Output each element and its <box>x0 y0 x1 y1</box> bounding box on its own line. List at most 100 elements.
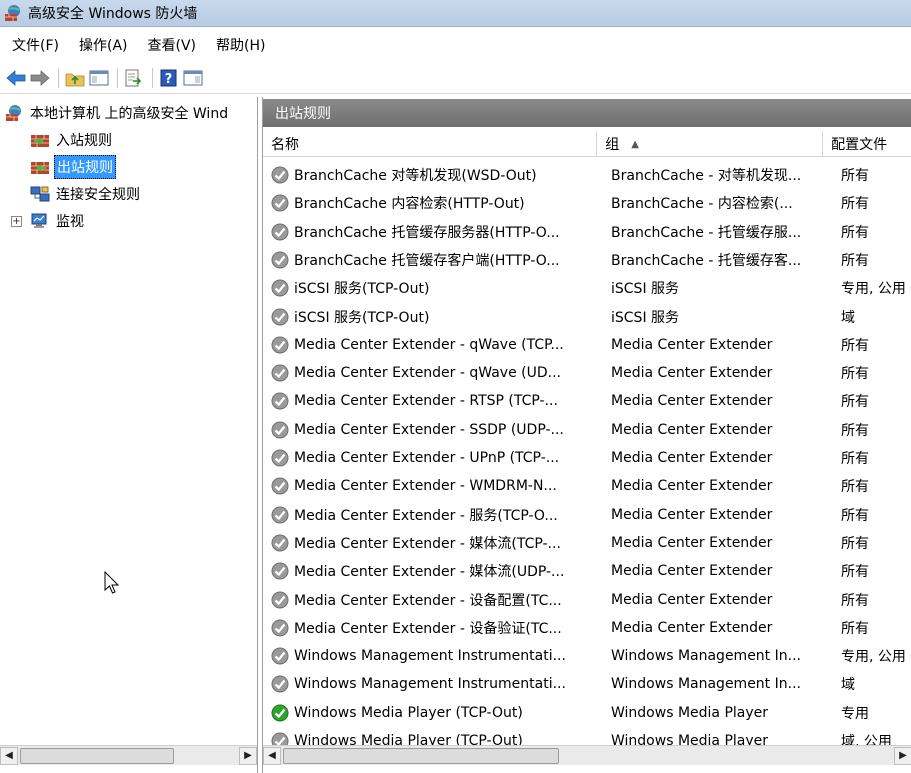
rule-profile-cell: 专用, 公用 <box>841 281 906 297</box>
rule-name-cell: BranchCache 内容检索(HTTP-Out) <box>271 193 601 213</box>
scroll-left-button[interactable]: ◀ <box>0 746 18 765</box>
rule-enabled-icon <box>271 704 289 722</box>
rule-profile-cell: 所有 <box>841 225 869 241</box>
table-row[interactable]: Media Center Extender - 设备配置(TC... Media … <box>263 586 911 614</box>
rule-disabled-icon <box>271 619 289 637</box>
tree-item-monitor[interactable]: 监视 <box>30 209 86 233</box>
show-action-pane-button[interactable] <box>182 67 204 89</box>
rule-profile-cell: 专用 <box>841 706 869 722</box>
tree-item-outbound-rules[interactable]: 出站规则 <box>30 155 116 179</box>
toolbar-separator <box>152 67 153 88</box>
mouse-cursor-icon <box>104 571 120 594</box>
rule-group-cell: Media Center Extender <box>611 422 773 438</box>
table-row[interactable]: Media Center Extender - qWave (TCP... Med… <box>263 331 911 359</box>
rule-profile-cell: 所有 <box>841 593 869 609</box>
menu-file[interactable]: 文件(F) <box>12 33 59 57</box>
table-row[interactable]: iSCSI 服务(TCP-Out) iSCSI 服务 专用, 公用 <box>263 274 911 302</box>
table-row[interactable]: iSCSI 服务(TCP-Out) iSCSI 服务 域 <box>263 303 911 331</box>
column-header-name[interactable]: 名称 <box>263 131 598 157</box>
export-list-button[interactable] <box>123 67 145 89</box>
show-hide-tree-button[interactable] <box>88 67 110 89</box>
rule-group-cell: Media Center Extender <box>611 507 773 523</box>
table-row[interactable]: Windows Management Instrumentati... Windo… <box>263 670 911 698</box>
rule-group-cell: iSCSI 服务 <box>611 281 680 297</box>
rule-name: BranchCache 内容检索(HTTP-Out) <box>294 196 525 212</box>
rule-group-cell: Media Center Extender <box>611 563 773 579</box>
rule-name-cell: Media Center Extender - qWave (TCP... <box>271 336 601 354</box>
rule-disabled-icon <box>271 279 289 297</box>
tree-root-label: 本地计算机 上的高级安全 Wind <box>30 106 229 122</box>
back-button[interactable] <box>5 67 27 89</box>
rule-group-cell: Media Center Extender <box>611 450 773 466</box>
results-horizontal-scrollbar[interactable]: ◀ ▶ <box>263 745 911 765</box>
svg-text:?: ? <box>165 72 173 87</box>
rule-name: Media Center Extender - 媒体流(UDP-... <box>294 564 565 580</box>
toolbar-separator <box>117 67 118 88</box>
pane-header: 出站规则 <box>263 99 911 127</box>
tree-root[interactable]: 本地计算机 上的高级安全 Wind <box>4 101 230 125</box>
table-row[interactable]: Media Center Extender - RTSP (TCP-... Med… <box>263 387 911 415</box>
menu-view[interactable]: 查看(V) <box>148 33 197 57</box>
rule-name-cell: Windows Management Instrumentati... <box>271 647 601 665</box>
rule-group-cell: Media Center Extender <box>611 478 773 494</box>
forward-button[interactable] <box>29 67 51 89</box>
pane-title: 出站规则 <box>275 106 331 122</box>
monitor-expand-button[interactable]: + <box>11 216 22 227</box>
menu-help[interactable]: 帮助(H) <box>216 33 265 57</box>
table-row[interactable]: Media Center Extender - WMDRM-N... Media … <box>263 472 911 500</box>
up-level-button[interactable] <box>64 67 86 89</box>
tree-horizontal-scrollbar[interactable]: ◀ ▶ <box>0 745 257 765</box>
table-row[interactable]: Media Center Extender - UPnP (TCP-... Med… <box>263 444 911 472</box>
rule-name: Media Center Extender - SSDP (UDP-... <box>294 422 564 438</box>
table-row[interactable]: Windows Management Instrumentati... Windo… <box>263 642 911 670</box>
scroll-left-button[interactable]: ◀ <box>263 746 281 765</box>
rule-disabled-icon <box>271 477 289 495</box>
window-title: 高级安全 Windows 防火墙 <box>28 6 198 22</box>
rule-profile-cell: 所有 <box>841 394 869 410</box>
scroll-right-button[interactable]: ▶ <box>894 746 911 765</box>
rule-disabled-icon <box>271 392 289 410</box>
tree-item-label: 监视 <box>56 214 84 230</box>
rule-disabled-icon <box>271 364 289 382</box>
rule-profile-cell: 所有 <box>841 479 869 495</box>
rule-group-cell: BranchCache - 托管缓存客... <box>611 253 802 269</box>
column-header-profile[interactable]: 配置文件 <box>823 131 911 157</box>
help-button[interactable]: ? <box>158 67 180 89</box>
table-row[interactable]: BranchCache 托管缓存客户端(HTTP-O... BranchCache… <box>263 246 911 274</box>
scroll-track[interactable] <box>281 747 894 765</box>
rule-disabled-icon <box>271 591 289 609</box>
column-header-group[interactable]: 组 ▲ <box>597 131 824 157</box>
table-row[interactable]: Media Center Extender - 设备验证(TC... Media … <box>263 614 911 642</box>
rule-profile-cell: 所有 <box>841 338 869 354</box>
table-row[interactable]: BranchCache 内容检索(HTTP-Out) BranchCache - … <box>263 189 911 217</box>
scroll-thumb[interactable] <box>20 747 174 764</box>
rule-name: iSCSI 服务(TCP-Out) <box>294 281 430 297</box>
rule-name: Media Center Extender - 媒体流(TCP-... <box>294 536 561 552</box>
rule-disabled-icon <box>271 562 289 580</box>
table-row[interactable]: BranchCache 托管缓存服务器(HTTP-O... BranchCache… <box>263 218 911 246</box>
tree-item-connection-security-rules[interactable]: 连接安全规则 <box>30 182 142 206</box>
menu-action[interactable]: 操作(A) <box>79 33 128 57</box>
table-row[interactable]: Media Center Extender - SSDP (UDP-... Med… <box>263 416 911 444</box>
tree-item-inbound-rules[interactable]: 入站规则 <box>30 128 114 152</box>
firewall-globe-icon <box>6 105 21 121</box>
table-row[interactable]: Media Center Extender - qWave (UD... Medi… <box>263 359 911 387</box>
tree-item-label: 入站规则 <box>56 133 112 149</box>
column-header-row: 名称 组 ▲ 配置文件 <box>263 131 911 157</box>
rule-name-cell: BranchCache 托管缓存服务器(HTTP-O... <box>271 222 601 242</box>
scroll-track[interactable] <box>18 747 239 765</box>
scroll-right-button[interactable]: ▶ <box>239 746 257 765</box>
rule-name-cell: BranchCache 托管缓存客户端(HTTP-O... <box>271 250 601 270</box>
scroll-thumb[interactable] <box>283 747 559 764</box>
table-row[interactable]: Media Center Extender - 媒体流(TCP-... Media… <box>263 529 911 557</box>
rule-name-cell: iSCSI 服务(TCP-Out) <box>271 307 601 327</box>
rule-name: iSCSI 服务(TCP-Out) <box>294 310 430 326</box>
rule-group-cell: Media Center Extender <box>611 620 773 636</box>
table-row[interactable]: Media Center Extender - 服务(TCP-O... Media… <box>263 501 911 529</box>
rule-disabled-icon <box>271 421 289 439</box>
table-row[interactable]: Windows Media Player (TCP-Out) Windows Me… <box>263 699 911 727</box>
table-row[interactable]: Media Center Extender - 媒体流(UDP-... Media… <box>263 557 911 585</box>
table-row[interactable]: BranchCache 对等机发现(WSD-Out) BranchCache - … <box>263 161 911 189</box>
rule-name: BranchCache 托管缓存客户端(HTTP-O... <box>294 253 560 269</box>
folder-up-icon <box>65 73 85 86</box>
